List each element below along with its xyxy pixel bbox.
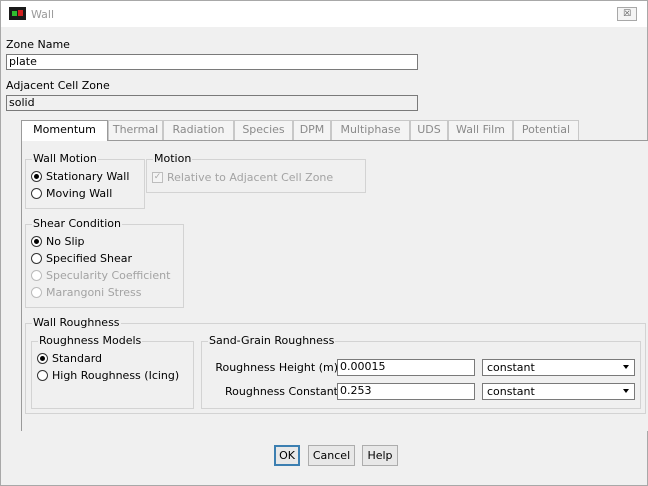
radio-unselected-icon: [31, 188, 42, 199]
adjacent-cell-zone-label: Adjacent Cell Zone: [6, 79, 110, 92]
tab-radiation[interactable]: Radiation: [163, 120, 234, 140]
dropdown-arrow-icon: [623, 365, 629, 369]
standard-label: Standard: [52, 352, 103, 365]
dropdown-arrow-icon: [623, 389, 629, 393]
roughness-models-group: Roughness Models Standard High Roughness…: [31, 334, 194, 409]
tab-thermal[interactable]: Thermal: [108, 120, 163, 140]
radio-disabled-icon: [31, 270, 42, 281]
moving-wall-label: Moving Wall: [46, 187, 113, 200]
radio-disabled-icon: [31, 287, 42, 298]
tab-momentum[interactable]: Momentum: [21, 120, 108, 141]
marangoni-stress-label: Marangoni Stress: [46, 286, 142, 299]
cancel-button[interactable]: Cancel: [308, 445, 355, 466]
roughness-height-label: Roughness Height (m): [215, 361, 338, 374]
help-button[interactable]: Help: [362, 445, 398, 466]
tab-species[interactable]: Species: [234, 120, 293, 140]
title-bar[interactable]: Wall ☒: [1, 1, 647, 27]
tab-multiphase[interactable]: Multiphase: [331, 120, 410, 140]
roughness-height-method-select[interactable]: constant: [482, 359, 635, 376]
wall-roughness-group: Wall Roughness Roughness Models Standard…: [25, 316, 646, 414]
tab-wall-film[interactable]: Wall Film: [448, 120, 513, 140]
tab-dpm[interactable]: DPM: [293, 120, 331, 140]
zone-name-field[interactable]: plate: [6, 54, 418, 70]
radio-unselected-icon: [31, 253, 42, 264]
wall-motion-title: Wall Motion: [32, 152, 98, 165]
specularity-coefficient-label: Specularity Coefficient: [46, 269, 171, 282]
relative-to-adjacent-label: Relative to Adjacent Cell Zone: [167, 171, 334, 184]
radio-unselected-icon: [37, 370, 48, 381]
zone-name-label: Zone Name: [6, 38, 70, 51]
roughness-height-input[interactable]: 0.00015: [337, 359, 475, 376]
wall-motion-group: Wall Motion Stationary Wall Moving Wall: [25, 152, 145, 209]
shear-condition-group: Shear Condition No Slip Specified Shear …: [25, 217, 184, 308]
momentum-panel: Wall Motion Stationary Wall Moving Wall …: [21, 140, 648, 431]
roughness-constant-method-select[interactable]: constant: [482, 383, 635, 400]
ok-button[interactable]: OK: [274, 445, 300, 466]
motion-title: Motion: [153, 152, 193, 165]
motion-group: Motion ✓ Relative to Adjacent Cell Zone: [146, 152, 366, 193]
radio-selected-icon: [37, 353, 48, 364]
tab-potential[interactable]: Potential: [513, 120, 579, 140]
sand-grain-roughness-title: Sand-Grain Roughness: [208, 334, 336, 347]
wall-dialog: Wall ☒ Zone Name plate Adjacent Cell Zon…: [0, 0, 648, 486]
roughness-constant-method-value: constant: [487, 385, 535, 398]
shear-condition-title: Shear Condition: [32, 217, 122, 230]
high-roughness-label: High Roughness (Icing): [52, 369, 180, 382]
no-slip-label: No Slip: [46, 235, 85, 248]
window-title: Wall: [31, 8, 55, 21]
roughness-height-method-value: constant: [487, 361, 535, 374]
adjacent-cell-zone-field: solid: [6, 95, 418, 111]
roughness-models-title: Roughness Models: [38, 334, 143, 347]
radio-selected-icon: [31, 236, 42, 247]
checkbox-checked-icon: ✓: [152, 172, 163, 183]
specified-shear-label: Specified Shear: [46, 252, 132, 265]
app-icon: [9, 7, 26, 20]
roughness-constant-label: Roughness Constant: [225, 385, 338, 398]
wall-roughness-title: Wall Roughness: [32, 316, 121, 329]
radio-selected-icon: [31, 171, 42, 182]
roughness-constant-input[interactable]: 0.253: [337, 383, 475, 400]
stationary-wall-label: Stationary Wall: [46, 170, 130, 183]
close-button[interactable]: ☒: [617, 7, 637, 21]
tab-uds[interactable]: UDS: [410, 120, 448, 140]
sand-grain-roughness-group: Sand-Grain Roughness Roughness Height (m…: [201, 334, 641, 409]
